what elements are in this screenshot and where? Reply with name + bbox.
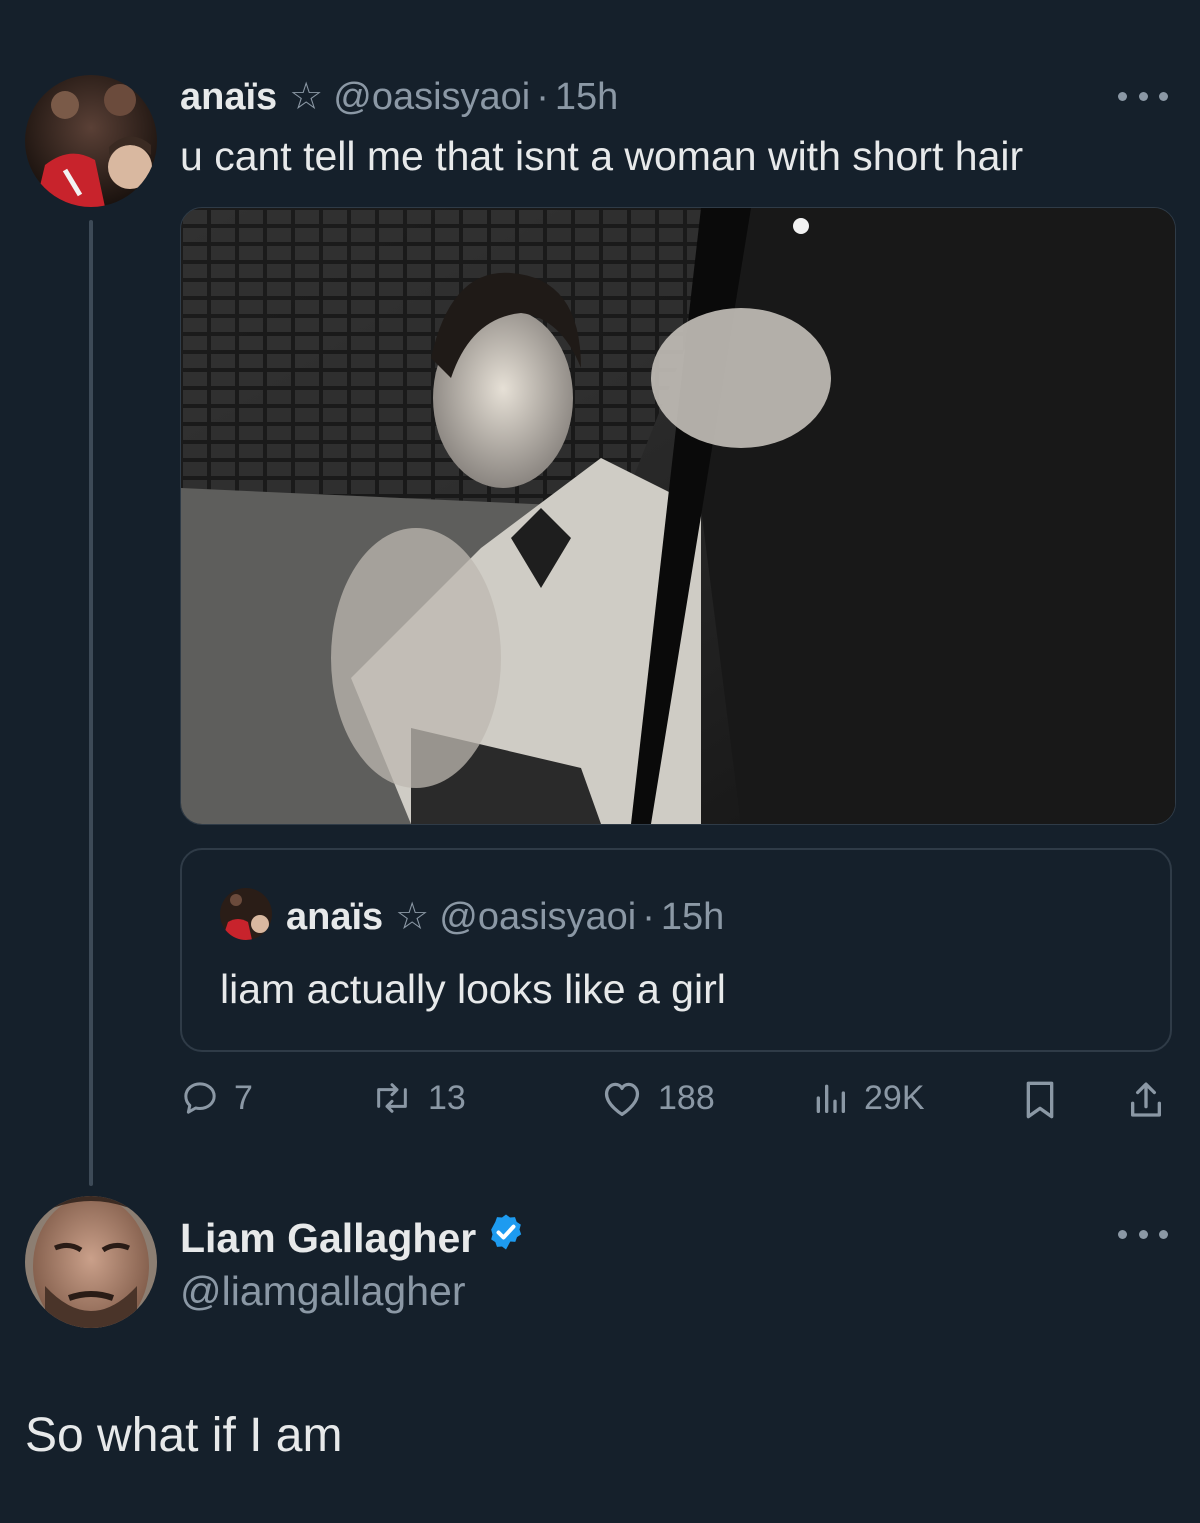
tweet-time[interactable]: 15h bbox=[555, 76, 618, 119]
quoted-tweet-header: anaïs ☆ @oasisyaoi · 15h bbox=[286, 894, 724, 939]
reply-icon bbox=[184, 1082, 216, 1114]
verified-badge-icon bbox=[491, 1214, 522, 1250]
reply-avatar[interactable] bbox=[25, 1196, 157, 1328]
author-name[interactable]: anaïs bbox=[180, 76, 277, 119]
reply-button[interactable]: 7 bbox=[180, 1078, 253, 1118]
more-icon[interactable] bbox=[1118, 88, 1168, 104]
retweet-count: 13 bbox=[428, 1078, 466, 1117]
bookmark-button[interactable] bbox=[1020, 1078, 1060, 1122]
like-count: 188 bbox=[658, 1078, 715, 1117]
tweet-header: anaïs ☆ @oasisyaoi · 15h bbox=[180, 74, 618, 119]
quoted-separator-dot: · bbox=[642, 896, 655, 938]
views-button[interactable]: 29K bbox=[810, 1078, 925, 1118]
action-bar: 7 13 188 29K bbox=[180, 1078, 1172, 1126]
quoted-author-handle: @oasisyaoi bbox=[439, 896, 637, 938]
reply-count: 7 bbox=[234, 1078, 253, 1117]
quoted-star-icon: ☆ bbox=[395, 896, 430, 938]
heart-icon bbox=[604, 1082, 640, 1116]
views-count: 29K bbox=[864, 1078, 925, 1117]
reply-tweet-text: So what if I am bbox=[25, 1409, 343, 1462]
avatar[interactable] bbox=[25, 75, 157, 207]
tweet-text: u cant tell me that isnt a woman with sh… bbox=[180, 133, 1024, 179]
reply-author-name[interactable]: Liam Gallagher bbox=[180, 1215, 476, 1262]
quoted-tweet-text: liam actually looks like a girl bbox=[220, 966, 726, 1012]
like-button[interactable]: 188 bbox=[600, 1078, 715, 1118]
retweet-icon bbox=[377, 1083, 407, 1113]
reply-more-icon[interactable] bbox=[1118, 1226, 1168, 1242]
retweet-button[interactable]: 13 bbox=[370, 1078, 466, 1118]
quoted-avatar bbox=[220, 888, 272, 940]
bookmark-icon bbox=[1026, 1081, 1054, 1119]
quoted-tweet-time: 15h bbox=[660, 896, 725, 938]
views-chart-icon bbox=[816, 1084, 845, 1113]
quoted-author-name: anaïs bbox=[286, 896, 384, 938]
tweet-photo[interactable] bbox=[180, 207, 1176, 825]
reply-author-handle[interactable]: @liamgallagher bbox=[180, 1268, 465, 1315]
thread-line bbox=[89, 220, 93, 1186]
share-button[interactable] bbox=[1126, 1078, 1166, 1122]
star-icon: ☆ bbox=[289, 76, 324, 118]
quoted-tweet[interactable] bbox=[180, 848, 1172, 1052]
share-icon bbox=[1131, 1082, 1161, 1117]
separator-dot: · bbox=[536, 76, 549, 118]
reply-author-line: Liam Gallagher bbox=[180, 1212, 526, 1262]
author-handle[interactable]: @oasisyaoi bbox=[333, 76, 530, 119]
